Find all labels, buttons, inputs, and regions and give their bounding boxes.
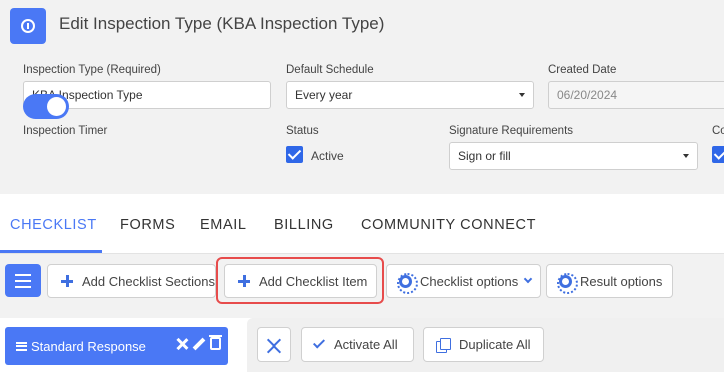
section-actions bbox=[176, 335, 222, 350]
close-icon[interactable] bbox=[176, 338, 188, 350]
caret-down-icon bbox=[519, 93, 525, 97]
default-schedule-value: Every year bbox=[295, 88, 353, 102]
plus-icon bbox=[60, 274, 74, 288]
gear-icon bbox=[397, 272, 418, 294]
highlight-box bbox=[216, 257, 384, 304]
chevron-down-icon bbox=[524, 274, 533, 284]
trash-icon[interactable] bbox=[209, 335, 222, 350]
check-icon bbox=[312, 336, 326, 349]
collapse-all-button[interactable] bbox=[257, 327, 291, 362]
duplicate-all-button[interactable]: Duplicate All bbox=[423, 327, 544, 362]
status-active-checkbox[interactable] bbox=[286, 146, 303, 163]
signature-requirements-label: Signature Requirements bbox=[449, 125, 574, 137]
result-options-label: Result options bbox=[580, 273, 663, 289]
add-checklist-sections-label: Add Checklist Sections bbox=[82, 273, 215, 289]
default-schedule-label: Default Schedule bbox=[286, 64, 374, 76]
tab-billing[interactable]: BILLING bbox=[274, 217, 334, 233]
checklist-content: Standard Response Activate All Duplicate… bbox=[0, 318, 724, 372]
activate-all-button[interactable]: Activate All bbox=[301, 327, 414, 362]
status-label: Status bbox=[286, 125, 319, 137]
power-icon[interactable] bbox=[10, 8, 46, 44]
pencil-icon[interactable] bbox=[193, 338, 205, 350]
status-active-label: Active bbox=[311, 149, 344, 163]
list-view-button[interactable] bbox=[5, 264, 41, 297]
activate-all-label: Activate All bbox=[334, 337, 398, 352]
cut-off-checkbox[interactable] bbox=[712, 146, 724, 163]
inspection-timer-toggle[interactable] bbox=[23, 94, 69, 119]
inspection-form: Inspection Type (Required) KBA Inspectio… bbox=[0, 50, 724, 194]
cut-off-label: Co bbox=[712, 125, 724, 137]
tab-bar: CHECKLIST FORMS EMAIL BILLING COMMUNITY … bbox=[0, 194, 724, 254]
caret-down-icon bbox=[683, 154, 689, 158]
signature-requirements-value: Sign or fill bbox=[458, 149, 511, 163]
created-date-label: Created Date bbox=[548, 64, 617, 76]
active-tab-indicator bbox=[0, 250, 102, 253]
chevron-down-icon bbox=[266, 344, 282, 360]
duplicate-all-label: Duplicate All bbox=[459, 337, 531, 352]
standard-response-label: Standard Response bbox=[31, 338, 146, 354]
signature-requirements-select[interactable]: Sign or fill bbox=[449, 142, 698, 170]
standard-response-section[interactable]: Standard Response bbox=[5, 327, 228, 365]
gear-icon bbox=[557, 272, 578, 294]
page-header: Edit Inspection Type (KBA Inspection Typ… bbox=[0, 0, 724, 50]
tab-forms[interactable]: FORMS bbox=[120, 217, 175, 233]
tab-community-connect[interactable]: COMMUNITY CONNECT bbox=[361, 217, 536, 233]
result-options-button[interactable]: Result options bbox=[546, 264, 673, 298]
tab-email[interactable]: EMAIL bbox=[200, 217, 247, 233]
list-icon bbox=[15, 274, 31, 276]
inspection-type-label: Inspection Type (Required) bbox=[23, 64, 161, 76]
tab-checklist[interactable]: CHECKLIST bbox=[10, 217, 97, 233]
created-date-field: 06/20/2024 bbox=[548, 81, 724, 109]
add-checklist-sections-button[interactable]: Add Checklist Sections bbox=[47, 264, 216, 298]
page-title: Edit Inspection Type (KBA Inspection Typ… bbox=[59, 14, 385, 33]
checklist-options-button[interactable]: Checklist options bbox=[386, 264, 541, 298]
inspection-timer-label: Inspection Timer bbox=[23, 125, 108, 137]
menu-icon bbox=[16, 341, 27, 351]
default-schedule-select[interactable]: Every year bbox=[286, 81, 534, 109]
checklist-options-label: Checklist options bbox=[420, 273, 519, 289]
copy-icon bbox=[436, 337, 451, 353]
